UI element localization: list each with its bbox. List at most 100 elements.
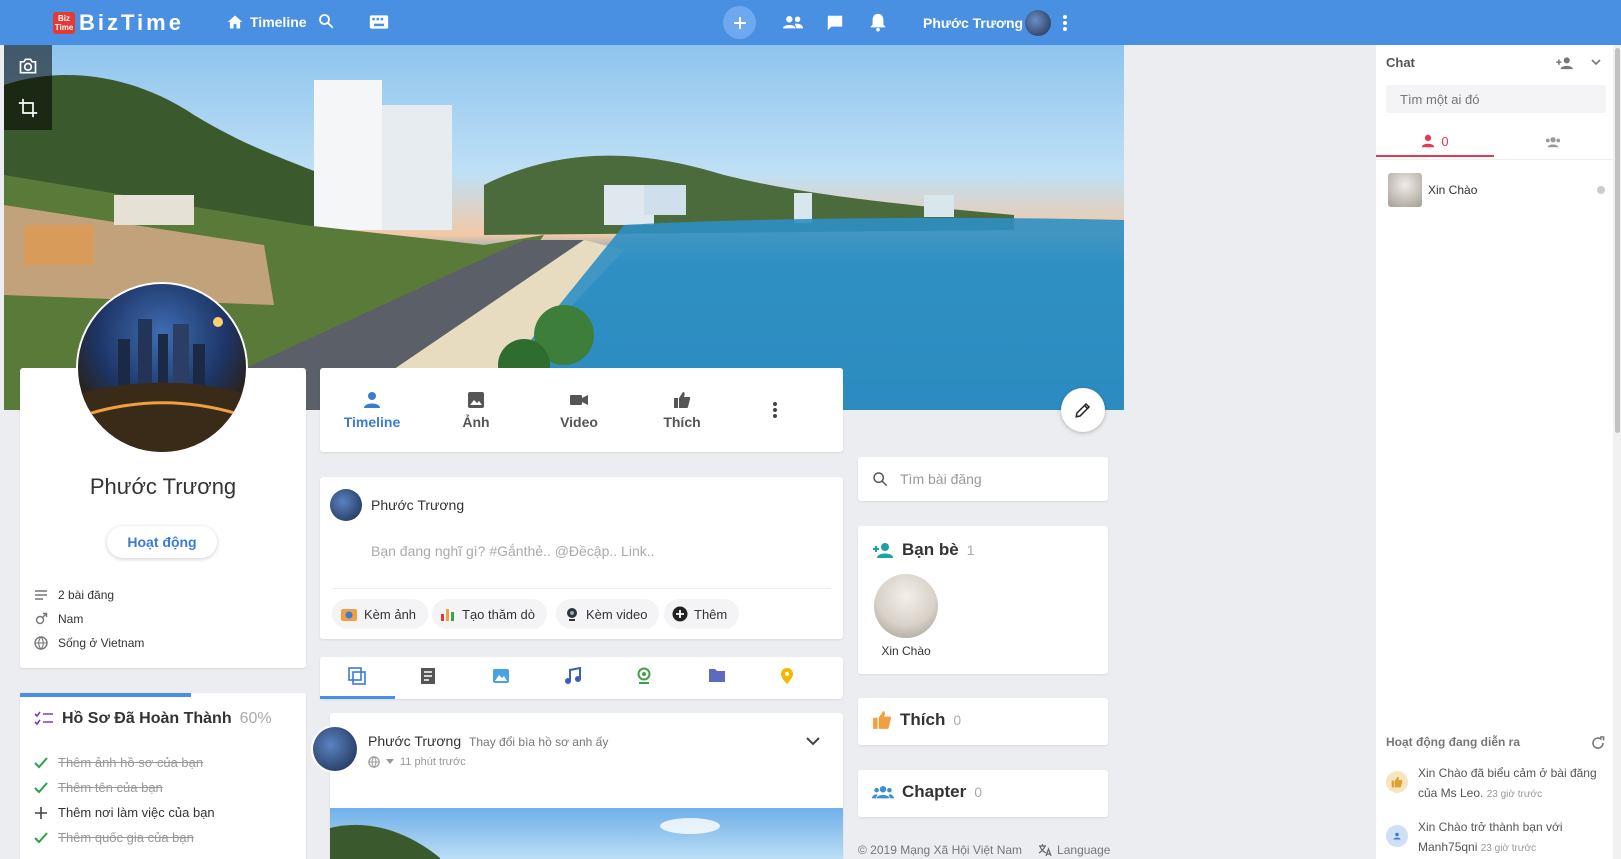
cover-toolbar: [4, 45, 52, 130]
completion-item[interactable]: Thêm nơi làm việc của bạn: [34, 805, 215, 820]
chapter-title[interactable]: Chapter 0: [872, 782, 982, 802]
friends-widget: Bạn bè 1 Xin Chào: [858, 526, 1108, 674]
create-poll-button[interactable]: Tạo thăm dò: [432, 599, 547, 629]
friend-avatar[interactable]: [874, 574, 938, 638]
chat-tab-groups[interactable]: [1494, 127, 1612, 157]
post-image[interactable]: [330, 808, 843, 859]
change-cover-button[interactable]: [4, 45, 52, 87]
tab-likes[interactable]: Thích: [642, 390, 722, 430]
topbar-user-name[interactable]: Phước Trương: [923, 15, 1023, 31]
chat-tab-online[interactable]: 0: [1376, 127, 1494, 157]
plus-icon: [35, 806, 47, 819]
activity-item[interactable]: Xin Chào trở thành bạn với Manh75qni 23 …: [1386, 817, 1601, 859]
keyboard-icon[interactable]: [369, 14, 389, 30]
attach-video-button[interactable]: Kèm video: [556, 599, 660, 629]
thumb-up-icon: [674, 392, 691, 408]
post-header: Phước Trương Thay đổi bìa hồ sơ anh ấy: [368, 733, 608, 749]
person-icon: [1422, 134, 1435, 148]
music-icon[interactable]: [564, 667, 582, 685]
activity-button[interactable]: Hoạt động: [107, 526, 217, 558]
footer: © 2019 Mạng Xã Hội Việt Nam Language: [858, 843, 1110, 857]
timeline-post: Phước Trương Thay đổi bìa hồ sơ anh ấy 1…: [330, 713, 843, 859]
topbar-avatar[interactable]: [1025, 10, 1051, 36]
location-pin-icon[interactable]: [780, 667, 794, 685]
completion-item[interactable]: Thêm tên của bạn: [34, 780, 163, 795]
caret-down-icon[interactable]: [386, 759, 394, 765]
likes-title[interactable]: Thích 0: [872, 710, 961, 730]
add-contact-icon[interactable]: [1555, 56, 1575, 70]
completion-title-text: Hồ Sơ Đã Hoàn Thành: [62, 710, 232, 727]
pencil-icon: [1075, 402, 1091, 418]
edit-cover-button[interactable]: [1061, 388, 1105, 432]
tab-likes-label: Thích: [663, 414, 701, 430]
likes-widget: Thích 0: [858, 698, 1108, 745]
chevron-down-icon[interactable]: [806, 737, 820, 746]
composer-divider: [332, 588, 831, 589]
create-button[interactable]: [723, 6, 756, 39]
home-icon: [227, 15, 243, 29]
attach-photo-label: Kèm ảnh: [364, 606, 417, 622]
post-search-box[interactable]: Tìm bài đăng: [858, 457, 1108, 501]
logo-badge: Biz Time: [53, 12, 75, 34]
text-posts-icon[interactable]: [420, 667, 436, 685]
chapter-count: 0: [974, 784, 983, 800]
language-link[interactable]: Language: [1038, 843, 1110, 857]
more-options-label: Thêm: [694, 606, 728, 622]
logo[interactable]: Biz Time BizTime: [53, 10, 184, 36]
friend-name[interactable]: Xin Chào: [872, 644, 940, 658]
friends-title-text: Bạn bè: [902, 540, 959, 559]
photo-posts-icon[interactable]: [492, 667, 510, 685]
tab-video[interactable]: Video: [539, 390, 619, 430]
camera-icon: [19, 58, 37, 74]
profile-posts-text: 2 bài đăng: [58, 588, 115, 602]
crop-cover-button[interactable]: [4, 87, 52, 129]
messages-icon[interactable]: [826, 14, 844, 32]
more-options-button[interactable]: Thêm: [664, 599, 740, 629]
check-icon: [34, 781, 48, 793]
completion-item[interactable]: Thêm ảnh hồ sơ của bạn: [34, 755, 203, 770]
reaction-like-icon: [1386, 771, 1408, 793]
search-icon: [873, 472, 888, 487]
profile-name: Phước Trương: [89, 474, 237, 499]
tab-photos[interactable]: Ảnh: [436, 390, 516, 430]
live-icon[interactable]: [636, 667, 652, 685]
activity-item[interactable]: Xin Chào đã biểu cảm ở bài đăng của Ms L…: [1386, 763, 1601, 805]
post-search-placeholder: Tìm bài đăng: [900, 471, 982, 487]
post-author-avatar[interactable]: [313, 727, 357, 771]
footer-copyright: © 2019 Mạng Xã Hội Việt Nam: [858, 843, 1023, 857]
completion-item-text: Thêm tên của bạn: [58, 780, 163, 795]
profile-tabs: Timeline Ảnh Video Thích: [320, 368, 843, 452]
posts-icon: [35, 590, 47, 600]
contact-status-dot: [1597, 186, 1605, 194]
attach-photo-button[interactable]: Kèm ảnh: [332, 599, 429, 629]
refresh-icon[interactable]: [1591, 736, 1605, 750]
search-icon[interactable]: [317, 12, 335, 30]
nav-timeline-link[interactable]: Timeline: [226, 14, 307, 30]
composer-input[interactable]: Bạn đang nghĩ gì? #Gắnthẻ.. @Đềcập.. Lin…: [371, 543, 655, 559]
all-posts-icon[interactable]: [348, 667, 366, 685]
chat-search-input[interactable]: [1386, 85, 1606, 113]
notifications-icon[interactable]: [869, 12, 887, 32]
globe-icon: [34, 636, 48, 650]
more-vert-icon[interactable]: [1062, 14, 1068, 32]
post-author[interactable]: Phước Trương: [368, 733, 461, 749]
attach-video-label: Kèm video: [586, 606, 648, 622]
image-icon: [468, 392, 484, 408]
friends-count: 1: [966, 542, 975, 558]
chat-title: Chat: [1386, 55, 1415, 70]
friends-icon[interactable]: [782, 14, 804, 30]
friends-title[interactable]: Bạn bè 1: [872, 540, 974, 560]
completion-item[interactable]: Thêm quốc gia của bạn: [34, 830, 194, 845]
tab-timeline[interactable]: Timeline: [332, 390, 412, 430]
profile-avatar[interactable]: [78, 284, 246, 452]
folder-icon[interactable]: [708, 667, 726, 683]
tab-timeline-label: Timeline: [343, 414, 401, 430]
chat-contact[interactable]: Xin Chào: [1388, 173, 1477, 207]
completion-item-text: Thêm ảnh hồ sơ của bạn: [58, 755, 204, 770]
chevron-down-icon[interactable]: [1591, 59, 1601, 66]
more-vert-icon[interactable]: [772, 401, 778, 419]
chat-scrollbar-thumb[interactable]: [1615, 48, 1620, 433]
thumb-up-icon: [873, 711, 892, 729]
videocam-icon: [570, 395, 588, 405]
activity-time: 23 giờ trước: [1480, 843, 1537, 854]
